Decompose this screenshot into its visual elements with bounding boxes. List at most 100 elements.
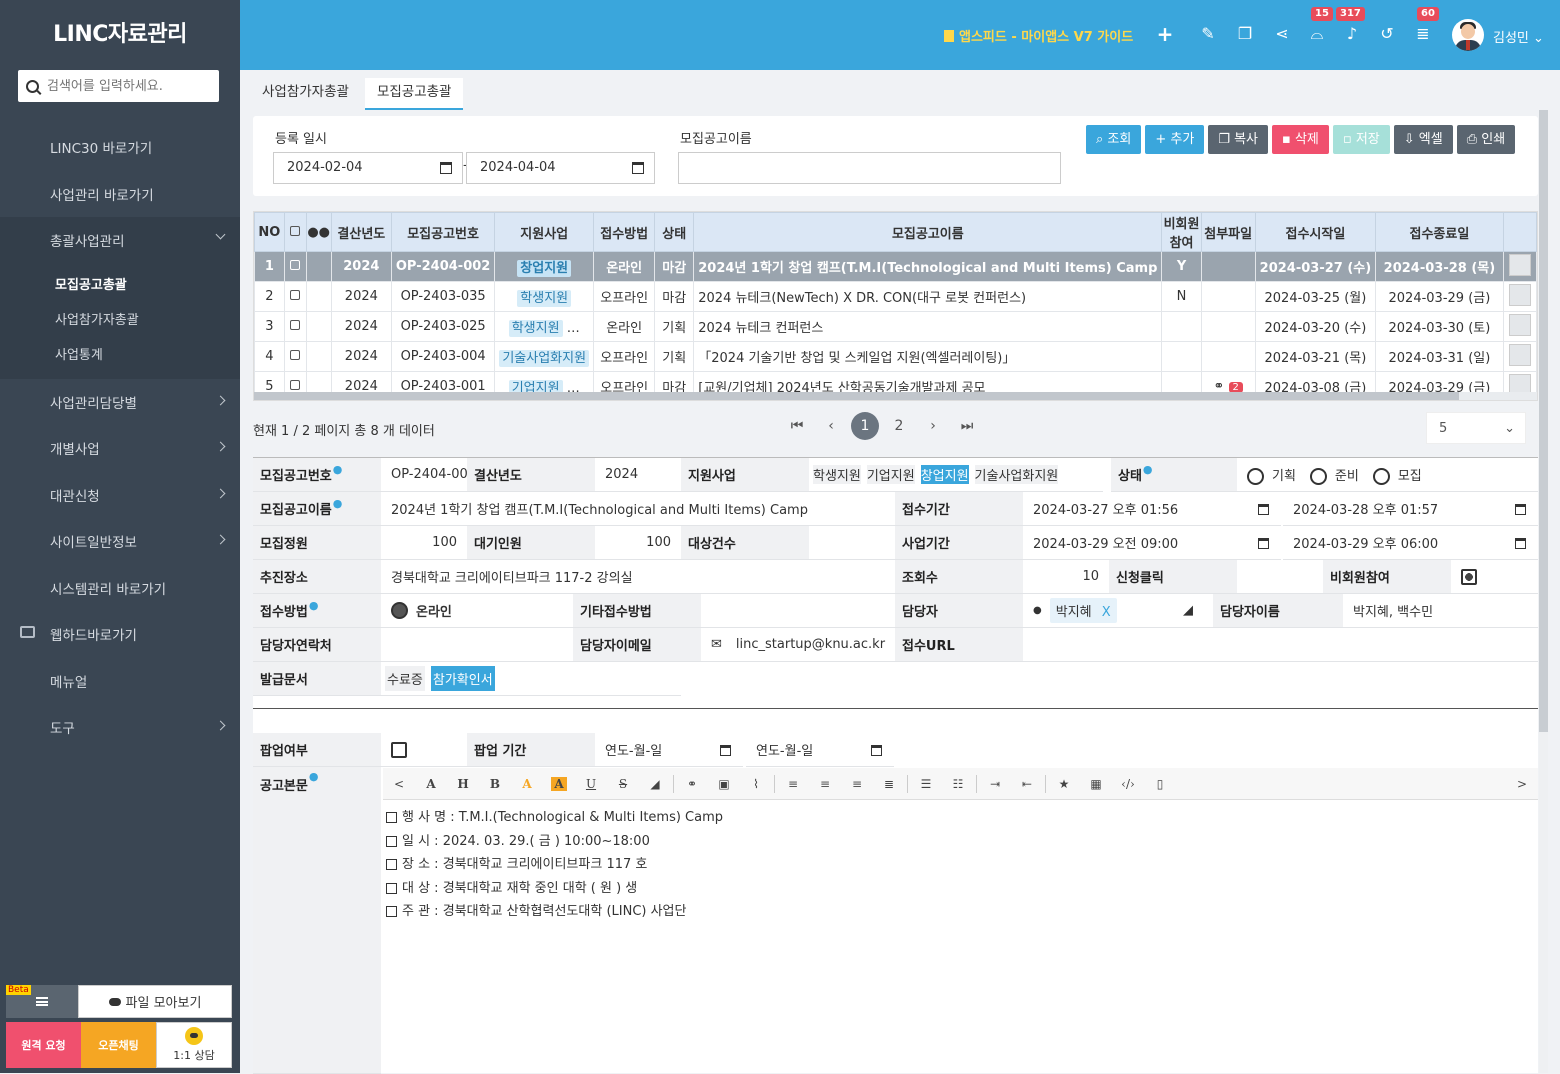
consult-button[interactable]: 1:1 상담: [156, 1022, 232, 1068]
sidebar-item-manual[interactable]: 메뉴얼: [0, 658, 240, 705]
first-page-icon[interactable]: ⏮: [783, 412, 811, 440]
sidebar-search-input[interactable]: [47, 78, 207, 94]
history-icon[interactable]: ↺: [1377, 24, 1397, 44]
biz-to-field[interactable]: 2024-03-29 오후 06:00: [1283, 526, 1538, 560]
col-guest[interactable]: 비회원참여: [1161, 212, 1202, 252]
page-size-select[interactable]: 5 ⌄: [1426, 412, 1526, 444]
next-page-icon[interactable]: ›: [919, 412, 947, 440]
number-list-icon[interactable]: ☷: [942, 777, 974, 791]
toolbar-next-icon[interactable]: >: [1506, 777, 1538, 791]
font-icon[interactable]: A: [415, 777, 447, 791]
inbox-icon[interactable]: ⌓ 15: [1307, 7, 1333, 44]
period-to-field[interactable]: 2024-03-28 오후 01:57: [1283, 492, 1538, 526]
popup-from-field[interactable]: 연도-월-일: [595, 733, 743, 767]
col-name[interactable]: 모집공고이름: [693, 212, 1163, 252]
delete-button[interactable]: ▪ 삭제: [1272, 125, 1329, 154]
period-from-field[interactable]: 2024-03-27 오후 01:56: [1023, 492, 1281, 526]
tasks-icon[interactable]: ≣ 60: [1413, 7, 1439, 44]
row-checkbox[interactable]: [290, 380, 301, 390]
status-radio[interactable]: [1372, 467, 1390, 485]
place-field[interactable]: 경북대학교 크리에이티브파크 117-2 강의실: [381, 560, 895, 594]
plus-icon[interactable]: +: [1155, 24, 1175, 44]
col-end[interactable]: 접수종료일: [1375, 212, 1504, 252]
edit-icon[interactable]: ✎: [1198, 24, 1218, 44]
sidebar-item-rental[interactable]: 대관신청: [0, 472, 240, 519]
url-field[interactable]: [1023, 628, 1538, 662]
avatar[interactable]: [1452, 19, 1484, 51]
table-row[interactable]: 4 2024 OP-2403-004 기술사업화지원 오프라인 기획 「2024 기…: [254, 341, 1537, 372]
etc-method-field[interactable]: [701, 594, 895, 628]
horizontal-scrollbar[interactable]: [254, 392, 1537, 400]
guest-checkbox-cell[interactable]: [1451, 560, 1538, 594]
prev-page-icon[interactable]: ‹: [817, 412, 845, 440]
year-field[interactable]: 2024: [595, 458, 681, 492]
row-checkbox[interactable]: [290, 290, 301, 300]
table-row[interactable]: 3 2024 OP-2403-025 학생지원 … 온라인 기획 2024 뉴테크 …: [254, 311, 1537, 342]
open-chat-button[interactable]: 오픈채팅: [81, 1022, 156, 1068]
align-left-icon[interactable]: ≡: [777, 777, 809, 791]
sidebar-sub-stats[interactable]: 사업통계: [0, 338, 240, 373]
app-brand[interactable]: LINC자료관리: [0, 0, 240, 70]
align-center-icon[interactable]: ≡: [809, 777, 841, 791]
col-no[interactable]: NO: [254, 212, 285, 252]
col-support[interactable]: 지원사업: [494, 212, 595, 252]
guest-checkbox[interactable]: [1461, 568, 1477, 585]
share-icon[interactable]: ⋖: [1272, 24, 1292, 44]
tab-recruit[interactable]: 모집공고총괄: [364, 78, 464, 110]
col-attach[interactable]: 첨부파일: [1200, 212, 1256, 252]
col-start[interactable]: 접수시작일: [1254, 212, 1377, 252]
manager-chip[interactable]: 박지혜 X: [1049, 598, 1117, 623]
method-radio-online[interactable]: [391, 602, 408, 619]
file-collect-button[interactable]: 파일 모아보기: [78, 985, 232, 1018]
guide-link[interactable]: 앱스피드 - 마이앱스 V7 가이드: [944, 26, 1133, 45]
col-method[interactable]: 접수방법: [593, 212, 656, 252]
docs-options[interactable]: 수료증 참가확인서: [381, 662, 681, 696]
popup-checkbox[interactable]: [391, 741, 407, 758]
align-right-icon[interactable]: ≡: [841, 777, 873, 791]
bell-icon[interactable]: ♪ 317: [1336, 7, 1365, 44]
status-radio[interactable]: [1309, 467, 1327, 485]
col-year[interactable]: 결산년도: [330, 212, 392, 252]
page-1[interactable]: 1: [851, 412, 879, 440]
table-row[interactable]: 2 2024 OP-2403-035 학생지원 오프라인 마감 2024 뉴테크(N…: [254, 281, 1537, 312]
excel-button[interactable]: ⇩ 엑셀: [1393, 125, 1453, 154]
add-button[interactable]: + 추가: [1145, 125, 1205, 154]
popup-to-field[interactable]: 연도-월-일: [746, 733, 894, 767]
sidebar-item-general[interactable]: 총괄사업관리: [0, 217, 240, 264]
indent-icon[interactable]: ⇥: [979, 777, 1011, 791]
bg-color-icon[interactable]: A: [543, 776, 575, 791]
save-button[interactable]: ▫ 저장: [1332, 125, 1390, 154]
font-color-icon[interactable]: A: [511, 777, 543, 791]
file-icon[interactable]: ▯: [1144, 777, 1176, 791]
remote-request-button[interactable]: 원격 요청: [6, 1022, 81, 1068]
row-checkbox[interactable]: [290, 260, 301, 270]
code-icon[interactable]: ‹/›: [1112, 777, 1144, 791]
outdent-icon[interactable]: ⇤: [1011, 777, 1043, 791]
underline-icon[interactable]: U: [575, 777, 607, 791]
name-field[interactable]: 2024년 1학기 창업 캠프(T.M.I(Technological and …: [381, 492, 895, 526]
method-radio[interactable]: 온라인: [381, 594, 573, 628]
sidebar-item-webhard[interactable]: 웹하드바로가기: [0, 611, 240, 658]
copy-icon[interactable]: ❐: [1235, 24, 1255, 44]
date-from-field[interactable]: 2024-02-04: [273, 152, 463, 184]
list-toggle-button[interactable]: Beta: [6, 985, 78, 1018]
sidebar-search[interactable]: [18, 70, 219, 102]
align-justify-icon[interactable]: ≣: [873, 777, 905, 791]
link-icon[interactable]: ⚭: [676, 777, 708, 791]
date-to-field[interactable]: 2024-04-04: [466, 152, 655, 184]
toolbar-prev-icon[interactable]: <: [383, 777, 415, 791]
search-button[interactable]: ⌕ 조회: [1086, 125, 1142, 154]
print-button[interactable]: ⎙ 인쇄: [1456, 125, 1516, 154]
table-row[interactable]: 1 2024 OP-2404-002 창업지원 온라인 마감 2024년 1학기 창…: [254, 251, 1537, 282]
sidebar-item-site[interactable]: 사이트일반정보: [0, 518, 240, 565]
col-code[interactable]: 모집공고번호: [390, 212, 496, 252]
col-status[interactable]: 상태: [654, 212, 695, 252]
attach-icon[interactable]: ⌇: [740, 777, 772, 791]
sidebar-item-system[interactable]: 시스템관리 바로가기: [0, 565, 240, 612]
image-icon[interactable]: ▣: [708, 777, 740, 791]
manager-name-field[interactable]: 박지혜, 백수민: [1343, 594, 1538, 628]
last-page-icon[interactable]: ⏭: [953, 412, 981, 440]
name-search-input[interactable]: [678, 152, 1061, 184]
sidebar-item-biz[interactable]: 사업관리 바로가기: [0, 171, 240, 218]
target-field[interactable]: [809, 526, 895, 560]
